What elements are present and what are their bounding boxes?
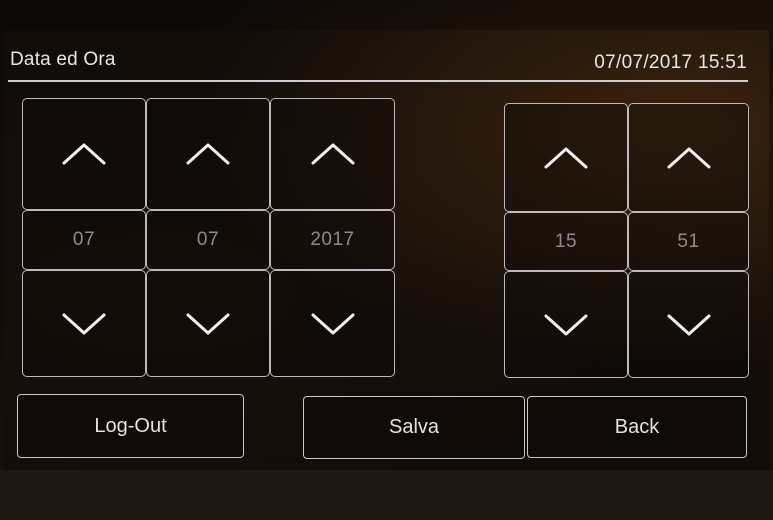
minute-down-button[interactable] — [628, 271, 749, 378]
chevron-up-icon — [309, 141, 357, 167]
page-title: Data ed Ora — [10, 49, 116, 70]
day-value: 07 — [22, 210, 146, 270]
chevron-up-icon — [665, 145, 713, 171]
day-up-button[interactable] — [22, 98, 146, 210]
back-button[interactable]: Back — [527, 396, 747, 458]
year-value: 2017 — [270, 210, 395, 270]
hour-up-button[interactable] — [504, 103, 628, 212]
chevron-up-icon — [184, 141, 232, 167]
current-datetime: 07/07/2017 15:51 — [594, 52, 747, 73]
chevron-up-icon — [542, 145, 590, 171]
hour-value: 15 — [504, 212, 628, 271]
hour-down-button[interactable] — [504, 271, 628, 378]
chevron-up-icon — [60, 141, 108, 167]
month-down-button[interactable] — [146, 270, 270, 377]
chevron-down-icon — [665, 312, 713, 338]
chevron-down-icon — [309, 311, 357, 337]
minute-value: 51 — [628, 212, 749, 271]
day-down-button[interactable] — [22, 270, 146, 377]
chevron-down-icon — [60, 311, 108, 337]
month-value: 07 — [146, 210, 270, 270]
minute-up-button[interactable] — [628, 103, 749, 212]
year-down-button[interactable] — [270, 270, 395, 377]
device-frame-bottom — [0, 470, 773, 520]
chevron-down-icon — [184, 311, 232, 337]
header-divider — [8, 80, 748, 82]
month-up-button[interactable] — [146, 98, 270, 210]
chevron-down-icon — [542, 312, 590, 338]
save-button[interactable]: Salva — [303, 396, 525, 459]
year-up-button[interactable] — [270, 98, 395, 210]
logout-button[interactable]: Log-Out — [17, 394, 244, 458]
